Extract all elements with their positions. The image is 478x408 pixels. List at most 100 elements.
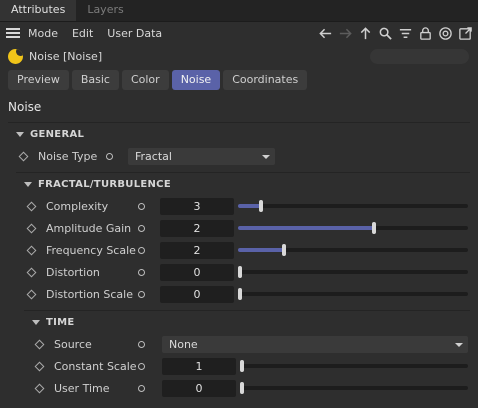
- value-field[interactable]: 0: [160, 263, 234, 281]
- animation-circle-icon[interactable]: [138, 340, 145, 348]
- general-group: GENERAL Noise Type Fractal: [8, 122, 470, 167]
- keyframe-diamond-icon[interactable]: [26, 201, 37, 211]
- arrow-left-icon[interactable]: [317, 25, 334, 42]
- value-slider[interactable]: [238, 222, 468, 234]
- tab-layers[interactable]: Layers: [76, 0, 134, 21]
- animation-circle-icon[interactable]: [138, 246, 145, 254]
- value-slider[interactable]: [238, 266, 468, 278]
- value-slider[interactable]: [238, 200, 468, 212]
- object-name: Noise [Noise]: [29, 49, 103, 63]
- tab-coordinates[interactable]: Coordinates: [223, 70, 308, 90]
- param-label: Complexity: [46, 199, 109, 213]
- slider-handle[interactable]: [282, 244, 286, 256]
- value-slider[interactable]: [238, 244, 468, 256]
- tab-color[interactable]: Color: [121, 70, 169, 90]
- param-noise-type: Noise Type Fractal: [8, 145, 470, 167]
- keyframe-diamond-icon[interactable]: [18, 151, 29, 161]
- section-title: Noise: [8, 100, 42, 114]
- keyframe-diamond-icon[interactable]: [26, 267, 37, 277]
- menu-mode[interactable]: Mode: [28, 27, 58, 40]
- param-row: Distortion Scale 0: [16, 283, 470, 305]
- fractal-params: Complexity 3 Amplitude Gain 2 Frequency Scal…: [16, 195, 470, 305]
- tab-noise[interactable]: Noise: [171, 70, 221, 90]
- animation-circle-icon[interactable]: [106, 152, 113, 160]
- value-field[interactable]: 0: [162, 379, 236, 397]
- slider-fill: [238, 226, 374, 230]
- slider-fill: [238, 248, 284, 252]
- arrow-up-icon[interactable]: [357, 25, 374, 42]
- hamburger-menu-icon[interactable]: [6, 28, 20, 38]
- time-params: Constant Scale 1 User Time 0: [24, 355, 470, 399]
- group-title: GENERAL: [30, 128, 85, 140]
- menu-bar: Mode Edit User Data: [0, 22, 478, 44]
- animation-circle-icon[interactable]: [138, 362, 145, 370]
- slider-handle[interactable]: [259, 200, 263, 212]
- slider-handle[interactable]: [240, 382, 244, 394]
- group-title: FRACTAL/TURBULENCE: [38, 178, 171, 190]
- panel-tabbar: Attributes Layers: [0, 0, 478, 22]
- noise-shader-icon: [8, 48, 23, 64]
- keyframe-diamond-icon[interactable]: [26, 223, 37, 233]
- value-slider[interactable]: [238, 288, 468, 300]
- value-field[interactable]: 2: [160, 219, 234, 237]
- animation-circle-icon[interactable]: [138, 384, 145, 392]
- lock-icon[interactable]: [417, 25, 434, 42]
- param-row: User Time 0: [24, 377, 470, 399]
- object-search-field[interactable]: [370, 49, 469, 64]
- caret-down-icon: [24, 181, 32, 187]
- noise-type-dropdown[interactable]: Fractal: [128, 147, 275, 165]
- param-row: Constant Scale 1: [24, 355, 470, 377]
- menu-user-data[interactable]: User Data: [107, 27, 162, 40]
- tab-attributes[interactable]: Attributes: [0, 0, 77, 21]
- keyframe-diamond-icon[interactable]: [26, 289, 37, 299]
- param-label: User Time: [54, 381, 110, 395]
- filter-icon[interactable]: [397, 25, 414, 42]
- menu-edit[interactable]: Edit: [72, 27, 93, 40]
- value-field[interactable]: 3: [160, 197, 234, 215]
- time-group: TIME Source None Constant Scale 1 User Tim…: [24, 310, 470, 399]
- search-icon[interactable]: [377, 25, 394, 42]
- arrow-right-icon[interactable]: [337, 25, 354, 42]
- animation-circle-icon[interactable]: [138, 290, 145, 298]
- toolbar-icons: [317, 25, 478, 42]
- value-field[interactable]: 2: [160, 241, 234, 259]
- new-window-icon[interactable]: [457, 25, 474, 42]
- dropdown-value: None: [169, 337, 198, 351]
- param-source: Source None: [24, 333, 470, 355]
- fractal-group: FRACTAL/TURBULENCE Complexity 3 Amplitude …: [16, 172, 470, 305]
- value-field[interactable]: 0: [160, 285, 234, 303]
- keyframe-diamond-icon[interactable]: [34, 383, 45, 393]
- param-row: Amplitude Gain 2: [16, 217, 470, 239]
- param-row: Distortion 0: [16, 261, 470, 283]
- group-header-fractal[interactable]: FRACTAL/TURBULENCE: [16, 173, 470, 195]
- slider-handle[interactable]: [371, 222, 376, 234]
- keyframe-diamond-icon[interactable]: [34, 361, 45, 371]
- slider-fill: [238, 204, 261, 208]
- tab-basic[interactable]: Basic: [71, 70, 119, 90]
- param-label: Distortion: [46, 265, 100, 279]
- keyframe-diamond-icon[interactable]: [26, 245, 37, 255]
- chevron-down-icon: [262, 154, 270, 159]
- param-label: Amplitude Gain: [46, 221, 132, 235]
- caret-down-icon: [32, 319, 40, 325]
- animation-circle-icon[interactable]: [138, 202, 145, 210]
- slider-handle[interactable]: [238, 288, 242, 300]
- group-header-general[interactable]: GENERAL: [8, 123, 470, 145]
- param-label: Source: [54, 337, 92, 351]
- value-field[interactable]: 1: [162, 357, 236, 375]
- slider-handle[interactable]: [238, 266, 242, 278]
- param-label: Distortion Scale: [46, 287, 133, 301]
- target-icon[interactable]: [437, 25, 454, 42]
- value-slider[interactable]: [240, 382, 468, 394]
- dropdown-value: Fractal: [135, 149, 172, 163]
- source-dropdown[interactable]: None: [162, 335, 468, 353]
- value-slider[interactable]: [240, 360, 468, 372]
- group-title: TIME: [46, 316, 75, 328]
- keyframe-diamond-icon[interactable]: [34, 339, 45, 349]
- chevron-down-icon: [455, 342, 463, 347]
- tab-preview[interactable]: Preview: [8, 70, 69, 90]
- animation-circle-icon[interactable]: [138, 268, 145, 276]
- animation-circle-icon[interactable]: [138, 224, 145, 232]
- group-header-time[interactable]: TIME: [24, 311, 470, 333]
- slider-handle[interactable]: [240, 360, 244, 372]
